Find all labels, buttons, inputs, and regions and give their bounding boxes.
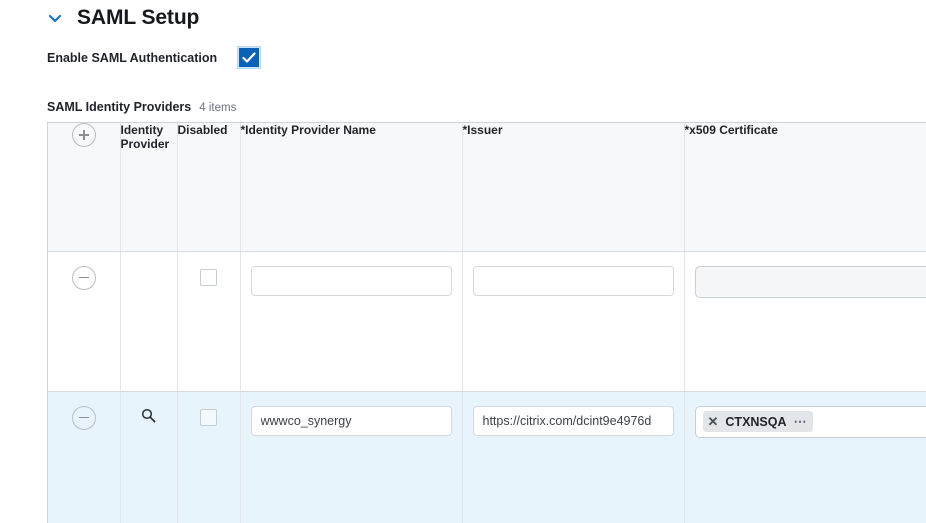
issuer-cell (462, 251, 685, 392)
column-header-x509-certificate[interactable]: *x509 Certificate (684, 123, 926, 252)
disabled-cell (177, 251, 241, 392)
column-header-identity-provider-name[interactable]: *Identity Provider Name (240, 123, 463, 252)
minus-circle-icon[interactable] (71, 405, 96, 430)
saml-setup-page: SAML Setup Enable SAML Authentication SA… (0, 0, 926, 523)
identity-provider-cell (120, 391, 178, 523)
x509-certificate-cell (684, 251, 926, 392)
grid-item-count: 4 items (199, 102, 237, 114)
minus-circle-icon[interactable] (71, 265, 96, 290)
x509-certificate-pill: ✕ CTXNSQA ⋯ (702, 411, 814, 432)
column-header-issuer[interactable]: *Issuer (462, 123, 685, 252)
identity-provider-name-cell (240, 251, 463, 392)
add-row-header (48, 123, 121, 252)
disabled-checkbox[interactable] (200, 268, 217, 286)
identity-provider-cell (120, 251, 178, 392)
x509-certificate-prompt[interactable] (694, 265, 926, 298)
chevron-down-icon[interactable] (47, 10, 63, 26)
table-row: ✕ CTXNSQA ⋯ (48, 391, 926, 523)
enable-saml-checkbox[interactable] (237, 46, 262, 69)
page-title: SAML Setup (77, 6, 200, 29)
minus-bar (78, 276, 89, 279)
grid-title: SAML Identity Providers (47, 100, 192, 114)
identity-providers-table: Identity Provider Disabled *Identity Pro… (47, 122, 926, 523)
enable-saml-label: Enable SAML Authentication (47, 50, 218, 65)
issuer-input[interactable] (472, 265, 674, 296)
x509-certificate-value: CTXNSQA (725, 414, 787, 429)
issuer-cell (462, 391, 685, 523)
identity-provider-name-input[interactable] (250, 405, 452, 436)
row-remove-cell (48, 251, 121, 392)
table-row (48, 251, 926, 392)
enable-saml-row: Enable SAML Authentication (47, 46, 262, 69)
disabled-cell (177, 391, 241, 523)
ellipsis-icon[interactable]: ⋯ (794, 415, 808, 428)
row-remove-cell (48, 391, 121, 523)
search-icon[interactable] (121, 408, 177, 423)
identity-provider-name-input[interactable] (250, 265, 452, 296)
close-icon[interactable]: ✕ (708, 415, 719, 428)
check-icon (239, 48, 260, 67)
identity-provider-name-cell (240, 391, 463, 523)
x509-certificate-cell: ✕ CTXNSQA ⋯ (684, 391, 926, 523)
column-header-identity-provider[interactable]: Identity Provider (120, 123, 178, 252)
issuer-input[interactable] (472, 405, 674, 436)
grid-title-row: SAML Identity Providers 4 items (47, 100, 236, 114)
plus-vertical-bar (83, 130, 85, 140)
column-header-disabled[interactable]: Disabled (177, 123, 241, 252)
table-header-row: Identity Provider Disabled *Identity Pro… (48, 123, 926, 252)
x509-certificate-prompt[interactable]: ✕ CTXNSQA ⋯ (694, 405, 926, 438)
disabled-checkbox[interactable] (200, 408, 217, 426)
section-header: SAML Setup (47, 6, 199, 30)
plus-circle-icon[interactable] (71, 123, 96, 147)
minus-bar (78, 416, 89, 419)
